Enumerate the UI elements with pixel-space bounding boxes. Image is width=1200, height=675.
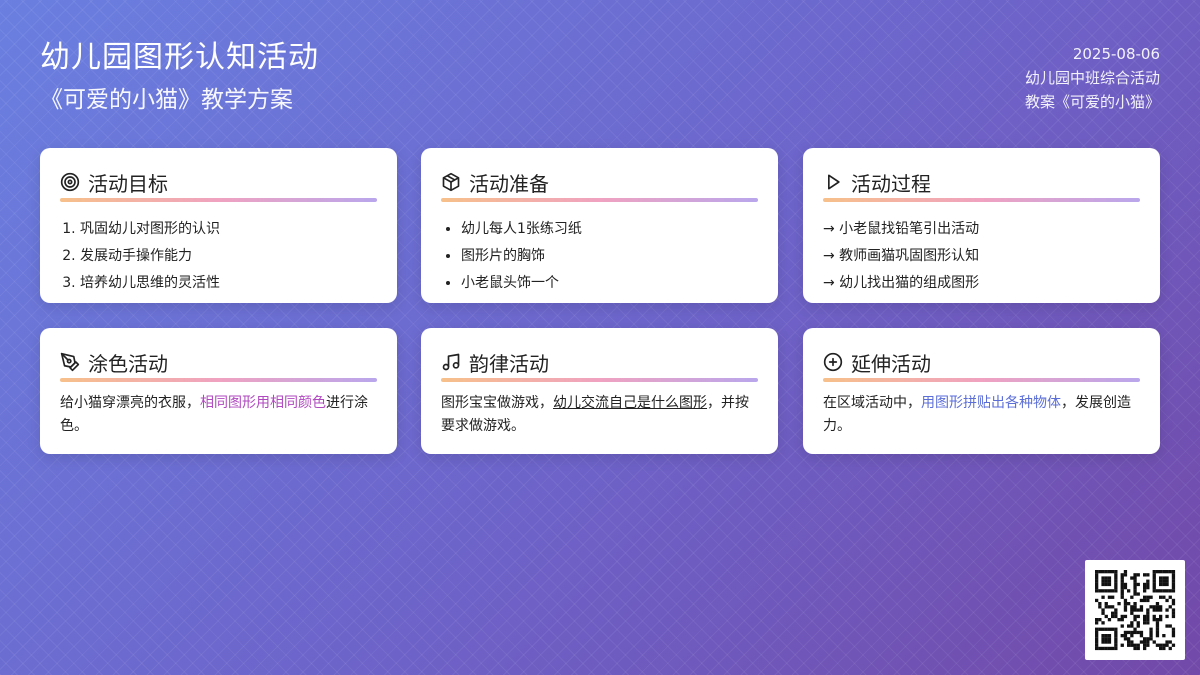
card-goals: 活动目标 巩固幼儿对图形的认识 发展动手操作能力 培养幼儿思维的灵活性 xyxy=(40,148,397,303)
text-segment: 图形宝宝做游戏， xyxy=(441,395,553,411)
card-coloring: 涂色活动 给小猫穿漂亮的衣服，相同图形用相同颜色进行涂色。 xyxy=(40,328,397,454)
meta-class: 幼儿园中班综合活动 xyxy=(1024,69,1160,87)
box-icon xyxy=(441,172,461,192)
list-item: → 小老鼠找铅笔引出活动 xyxy=(823,221,980,237)
card-title: 韵律活动 xyxy=(469,351,549,376)
list-item: 幼儿每人1张练习纸 xyxy=(461,216,758,243)
highlight-text: 用图形拼贴出各种物体 xyxy=(921,395,1061,411)
card-divider xyxy=(441,378,758,382)
page-title: 幼儿园图形认知活动 xyxy=(40,40,319,75)
list-item: 巩固幼儿对图形的认识 xyxy=(80,216,377,243)
list-item: 培养幼儿思维的灵活性 xyxy=(80,270,377,297)
page-header: 幼儿园图形认知活动 《可爱的小猫》教学方案 xyxy=(40,38,319,116)
list-item: → 教师画猫巩固图形认知 xyxy=(823,248,980,264)
card-divider xyxy=(60,198,377,202)
card-title: 活动目标 xyxy=(88,171,168,196)
card-process: 活动过程 → 小老鼠找铅笔引出活动 → 教师画猫巩固图形认知 → 幼儿找出猫的组… xyxy=(803,148,1160,303)
card-divider xyxy=(60,378,377,382)
highlight-text: 相同图形用相同颜色 xyxy=(200,395,326,411)
text-segment: 给小猫穿漂亮的衣服， xyxy=(60,395,200,411)
card-title: 涂色活动 xyxy=(88,351,168,376)
card-title: 活动过程 xyxy=(851,171,931,196)
goals-list: 巩固幼儿对图形的认识 发展动手操作能力 培养幼儿思维的灵活性 xyxy=(60,216,377,297)
coloring-text: 给小猫穿漂亮的衣服，相同图形用相同颜色进行涂色。 xyxy=(60,392,377,438)
extension-text: 在区域活动中，用图形拼贴出各种物体，发展创造力。 xyxy=(823,392,1140,438)
page-meta: 2025-08-06 幼儿园中班综合活动 教案《可爱的小猫》 xyxy=(1025,42,1160,114)
play-icon xyxy=(823,172,843,192)
card-prep: 活动准备 幼儿每人1张练习纸 图形片的胸饰 小老鼠头饰一个 xyxy=(421,148,778,303)
card-divider xyxy=(823,378,1140,382)
music-icon xyxy=(441,352,461,372)
process-list: → 小老鼠找铅笔引出活动 → 教师画猫巩固图形认知 → 幼儿找出猫的组成图形 xyxy=(823,216,1140,297)
card-title: 活动准备 xyxy=(469,171,549,196)
card-rhythm: 韵律活动 图形宝宝做游戏，幼儿交流自己是什么图形，并按要求做游戏。 xyxy=(421,328,778,454)
card-divider xyxy=(823,198,1140,202)
qr-code xyxy=(1085,560,1185,660)
list-item: 图形片的胸饰 xyxy=(461,243,758,270)
list-item: 发展动手操作能力 xyxy=(80,243,377,270)
underlined-text: 幼儿交流自己是什么图形 xyxy=(553,395,707,411)
meta-date: 2025-08-06 xyxy=(1072,45,1160,63)
prep-list: 幼儿每人1张练习纸 图形片的胸饰 小老鼠头饰一个 xyxy=(441,216,758,297)
card-extension: 延伸活动 在区域活动中，用图形拼贴出各种物体，发展创造力。 xyxy=(803,328,1160,454)
page-subtitle: 《可爱的小猫》教学方案 xyxy=(40,87,293,113)
text-segment: 在区域活动中， xyxy=(823,395,921,411)
card-divider xyxy=(441,198,758,202)
meta-plan: 教案《可爱的小猫》 xyxy=(1024,93,1160,111)
target-icon xyxy=(60,172,80,192)
pen-tool-icon xyxy=(60,352,80,372)
list-item: → 幼儿找出猫的组成图形 xyxy=(823,275,980,291)
rhythm-text: 图形宝宝做游戏，幼儿交流自己是什么图形，并按要求做游戏。 xyxy=(441,392,758,438)
plus-circle-icon xyxy=(823,352,843,372)
qr-code-icon xyxy=(1095,570,1176,651)
list-item: 小老鼠头饰一个 xyxy=(461,270,758,297)
card-title: 延伸活动 xyxy=(851,351,931,376)
